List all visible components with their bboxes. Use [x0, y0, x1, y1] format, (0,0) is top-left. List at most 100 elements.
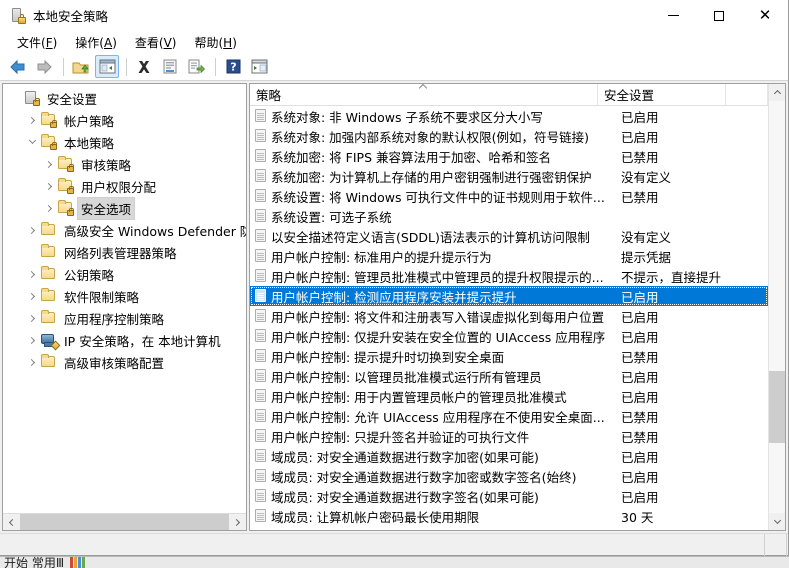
show-action-pane-button[interactable]	[247, 55, 271, 78]
cell-policy-name: 系统加密: 将 FIPS 兼容算法用于加密、哈希和签名	[271, 149, 551, 165]
tree-collapse-icon[interactable]	[24, 134, 40, 150]
menu-item-action[interactable]: 操作(A)	[66, 32, 126, 53]
properties-button[interactable]	[158, 55, 182, 78]
tree-node[interactable]: 公钥策略	[3, 263, 246, 285]
tree-node[interactable]: 软件限制策略	[3, 285, 246, 307]
tree-expand-icon[interactable]	[24, 112, 40, 128]
policy-rows[interactable]: 系统对象: 非 Windows 子系统不要求区分大小写 已启用 系统对象: 加强内部…	[250, 106, 768, 530]
minimize-button[interactable]	[650, 0, 696, 31]
maximize-button[interactable]	[696, 0, 742, 31]
tree-node[interactable]: 安全设置	[3, 87, 246, 109]
cell-security-setting: 没有定义	[621, 169, 672, 185]
cell-security-setting: 30 天	[621, 509, 654, 525]
table-row-selected[interactable]: 用户帐户控制: 检测应用程序安装并提示提升 已启用	[250, 286, 768, 306]
table-row[interactable]: 用户帐户控制: 提示提升时切换到安全桌面 已禁用	[250, 346, 768, 366]
policy-list-vertical-scrollbar[interactable]	[768, 84, 785, 530]
up-folder-button[interactable]	[69, 55, 93, 78]
table-row[interactable]: 域成员: 让算机帐户密码最长使用期限 30 天	[250, 506, 768, 526]
export-list-button[interactable]	[184, 55, 208, 78]
tree-horizontal-scrollbar[interactable]	[3, 513, 246, 530]
forward-button[interactable]	[32, 55, 56, 78]
table-row[interactable]: 用户帐户控制: 只提升签名并验证的可执行文件 已禁用	[250, 426, 768, 446]
tree-hscroll-thumb[interactable]	[20, 513, 229, 530]
tree-expand-icon[interactable]	[24, 288, 40, 304]
tree-expand-icon[interactable]	[41, 156, 57, 172]
close-button[interactable]: ✕	[742, 0, 788, 31]
column-header-setting[interactable]: 安全设置	[598, 84, 726, 105]
tree-node[interactable]: 安全选项	[3, 196, 246, 220]
show-hide-tree-button[interactable]	[95, 55, 119, 78]
table-row[interactable]: 域成员: 对安全通道数据进行数字加密或数字签名(始终) 已启用	[250, 466, 768, 486]
scroll-down-button[interactable]	[769, 513, 785, 530]
desktop-taskbar[interactable]: 开始 常用Ⅲ	[0, 556, 789, 568]
table-row[interactable]: 系统对象: 加强内部系统对象的默认权限(例如，符号链接) 已启用	[250, 126, 768, 146]
console-tree[interactable]: 安全设置帐户策略本地策略审核策略用户权限分配 安全选项 高级安全 Windows D…	[3, 84, 246, 513]
cell-policy-name: 用户帐户控制: 检测应用程序安装并提示提升	[271, 289, 517, 305]
tree-node[interactable]: 高级安全 Windows Defender 防火墙	[3, 219, 246, 241]
scroll-left-button[interactable]	[3, 513, 20, 530]
window-title: 本地安全策略	[33, 9, 109, 24]
menu-item-view[interactable]: 查看(V)	[126, 32, 186, 53]
table-row[interactable]: 用户帐户控制: 将文件和注册表写入错误虚拟化到每用户位置 已启用	[250, 306, 768, 326]
export-list-icon	[188, 59, 205, 73]
tree-node-label: 审核策略	[81, 157, 132, 173]
status-bar	[0, 533, 788, 556]
tree-expand-icon[interactable]	[24, 266, 40, 282]
table-row[interactable]: 系统设置: 将 Windows 可执行文件中的证书规则用于软件... 已禁用	[250, 186, 768, 206]
table-row[interactable]: 系统加密: 为计算机上存储的用户密钥强制进行强密钥保护 没有定义	[250, 166, 768, 186]
title-bar[interactable]: 本地安全策略 ✕	[0, 0, 788, 31]
tree-node[interactable]: IP 安全策略，在 本地计算机	[3, 329, 246, 351]
table-row[interactable]: 系统设置: 可选子系统	[250, 206, 768, 226]
table-row[interactable]: 域成员: 对安全通道数据进行数字加密(如果可能) 已启用	[250, 446, 768, 466]
table-row[interactable]: 系统对象: 非 Windows 子系统不要求区分大小写 已启用	[250, 106, 768, 126]
menu-item-action-label: 操作(	[75, 35, 104, 50]
tree-node[interactable]: 审核策略	[3, 153, 246, 175]
policy-document-icon	[253, 188, 271, 204]
table-row[interactable]: 系统加密: 将 FIPS 兼容算法用于加密、哈希和签名 已禁用	[250, 146, 768, 166]
tree-node[interactable]: 用户权限分配	[3, 175, 246, 197]
tree-node-label: 应用程序控制策略	[64, 311, 165, 327]
tree-expand-icon[interactable]	[24, 222, 40, 238]
policy-document-icon	[253, 388, 271, 404]
tree-expand-icon[interactable]	[41, 200, 57, 216]
table-row[interactable]: 域成员: 对安全通道数据进行数字签名(如果可能) 已启用	[250, 486, 768, 506]
scroll-up-button[interactable]	[769, 84, 785, 101]
table-row[interactable]: 用户帐户控制: 标准用户的提升提示行为 提示凭据	[250, 246, 768, 266]
column-header-policy[interactable]: 策略	[250, 84, 598, 105]
menu-item-file[interactable]: 文件(F)	[8, 32, 66, 53]
tree-node-label: 软件限制策略	[64, 289, 140, 305]
table-row[interactable]: 用户帐户控制: 管理员批准模式中管理员的提升权限提示的... 不提示，直接提升	[250, 266, 768, 286]
policy-list-column-area: 策略 安全设置 系统对象: 非 Windows 子系统不要求区分大小写 已启用 系统…	[250, 84, 768, 530]
menu-item-help[interactable]: 帮助(H)	[185, 32, 245, 53]
scroll-right-button[interactable]	[229, 513, 246, 530]
tree-expand-icon[interactable]	[24, 310, 40, 326]
table-row[interactable]: 用户帐户控制: 仅提升安装在安全位置的 UIAccess 应用程序 已启用	[250, 326, 768, 346]
status-segment-main	[0, 533, 765, 556]
tree-node[interactable]: 网络列表管理器策略	[3, 241, 246, 263]
policy-document-icon	[253, 408, 271, 424]
vscroll-track[interactable]	[769, 101, 785, 513]
cell-policy-name: 用户帐户控制: 标准用户的提升提示行为	[271, 249, 492, 265]
taskbar-text: 开始 常用Ⅲ	[4, 556, 65, 568]
tree-node[interactable]: 帐户策略	[3, 109, 246, 131]
table-row[interactable]: 用户帐户控制: 允许 UIAccess 应用程序在不使用安全桌面... 已禁用	[250, 406, 768, 426]
back-button[interactable]	[6, 55, 30, 78]
tree-node[interactable]: 应用程序控制策略	[3, 307, 246, 329]
help-button[interactable]: ?	[221, 55, 245, 78]
table-row[interactable]: 用户帐户控制: 用于内置管理员帐户的管理员批准模式 已启用	[250, 386, 768, 406]
delete-button[interactable]	[132, 55, 156, 78]
tree-expand-icon[interactable]	[24, 332, 40, 348]
tree-expand-icon[interactable]	[24, 354, 40, 370]
cell-security-setting: 已禁用	[621, 429, 659, 445]
chevron-right-icon	[232, 518, 241, 526]
tree-node[interactable]: 高级审核策略配置	[3, 351, 246, 373]
tree-node-label: 帐户策略	[64, 113, 115, 129]
policy-document-icon	[253, 288, 271, 304]
tree-node-label: 网络列表管理器策略	[64, 245, 177, 261]
tree-node[interactable]: 本地策略	[3, 131, 246, 153]
help-question-icon: ?	[226, 59, 240, 74]
table-row[interactable]: 以安全描述符定义语言(SDDL)语法表示的计算机访问限制 没有定义	[250, 226, 768, 246]
vscroll-thumb[interactable]	[769, 371, 785, 443]
table-row[interactable]: 用户帐户控制: 以管理员批准模式运行所有管理员 已启用	[250, 366, 768, 386]
tree-expand-icon[interactable]	[41, 178, 57, 194]
